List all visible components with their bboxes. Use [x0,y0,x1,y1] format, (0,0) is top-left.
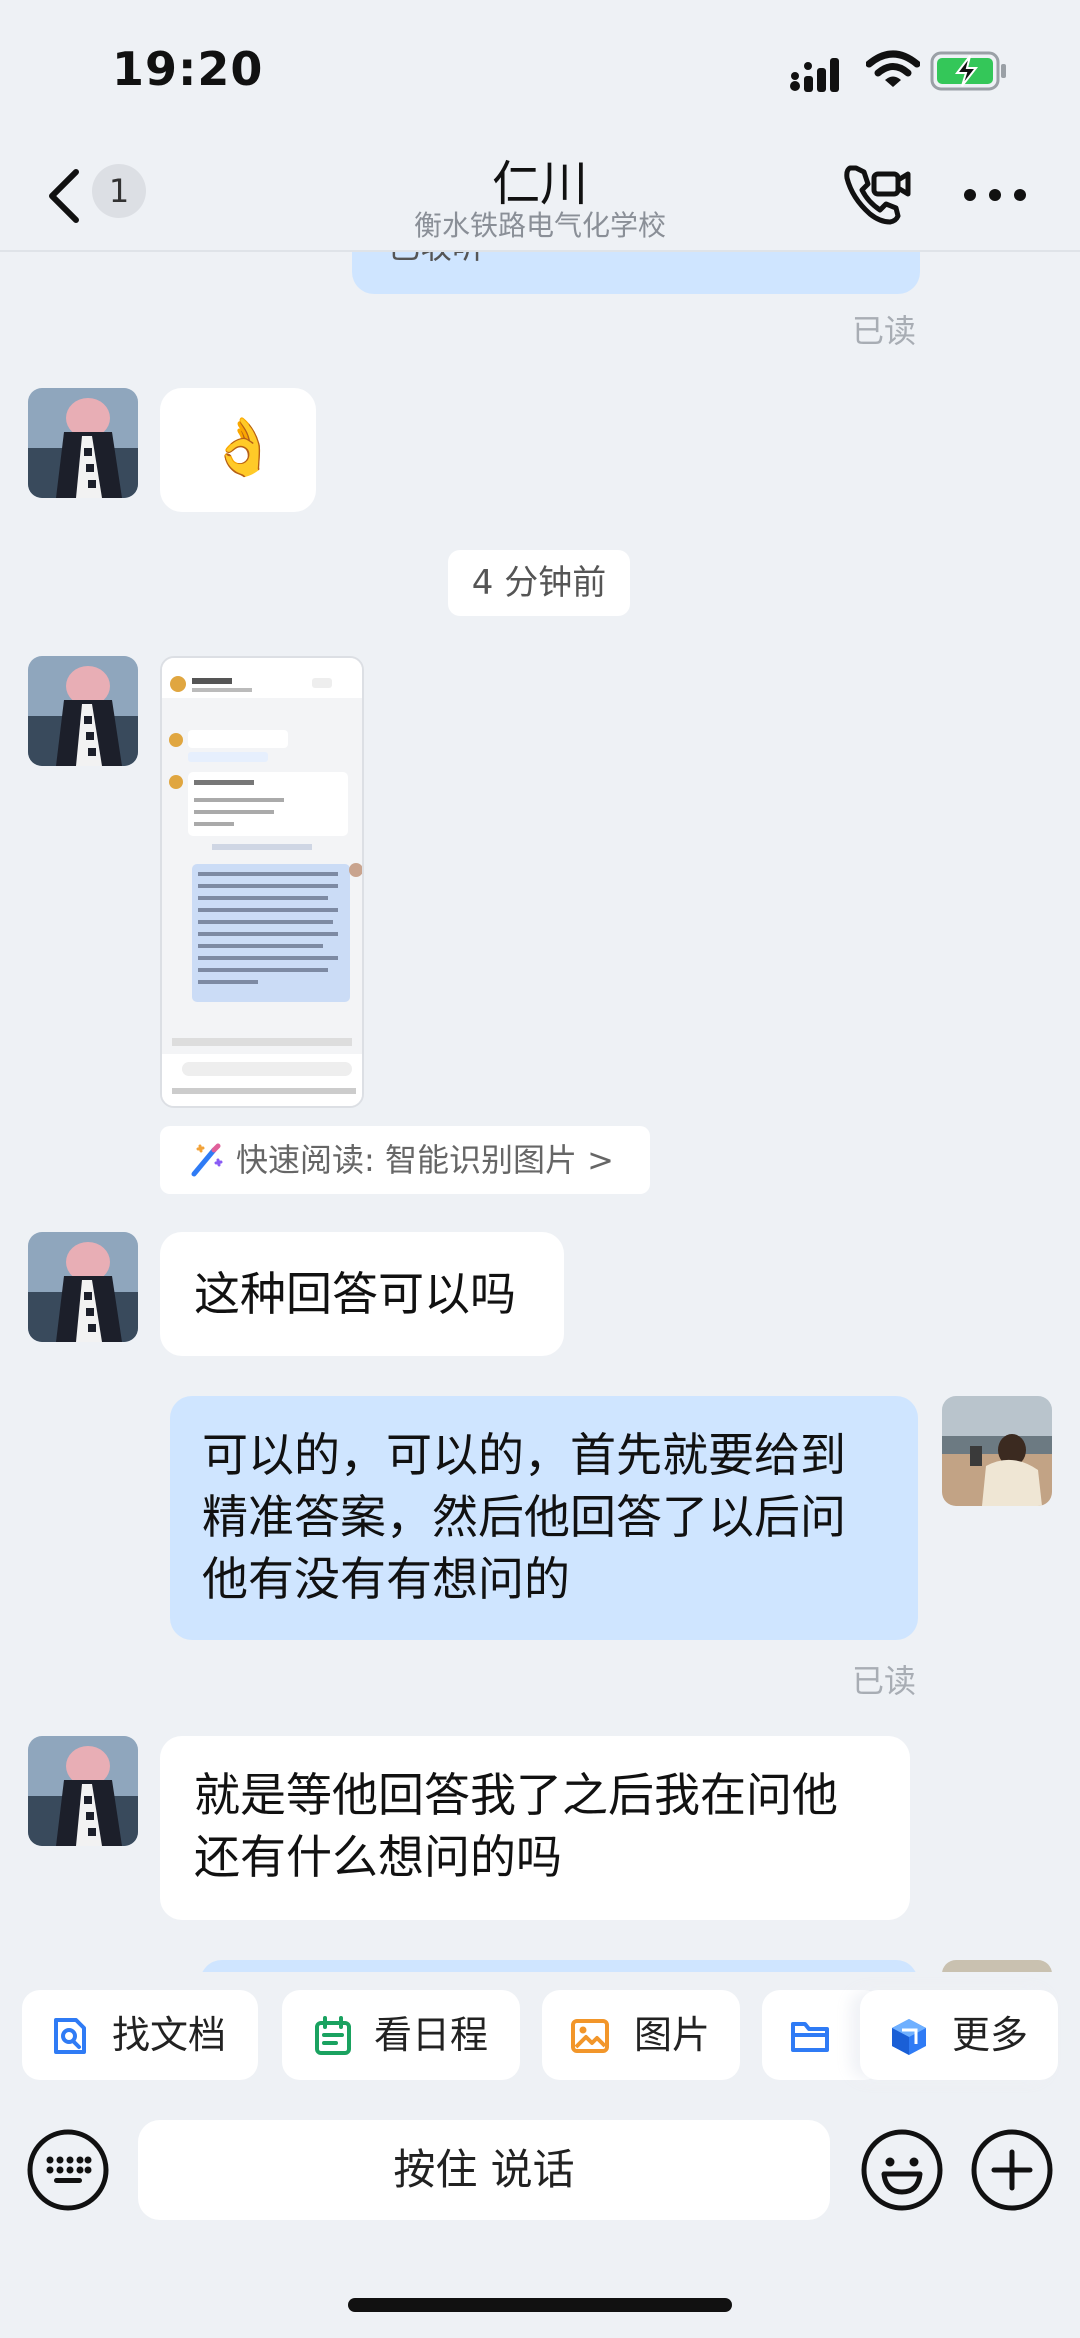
ok-hand-emoji: 👌 [208,415,278,480]
quick-read-label: 快速阅读: 智能识别图片 > [236,1141,614,1179]
text-message-bubble[interactable]: 就是等他回答我了之后我在问他 还有什么想问的吗 [160,1736,910,1920]
self-avatar[interactable] [942,1960,1052,1972]
cube-icon [892,2019,926,2055]
read-receipt: 已读 [852,1662,917,1700]
magic-wand-icon [191,1143,223,1177]
images-chip[interactable]: 图片 [542,1990,740,2080]
message-text-line: 精准答案，然后他回答了以后问 [202,1490,846,1544]
message-text-line: 就是等他回答我了之后我在问他 [194,1768,838,1822]
home-indicator [348,2298,732,2312]
more-chip[interactable]: 更多 [860,1990,1058,2080]
document-search-icon [54,2018,86,2054]
keyboard-icon[interactable] [26,2128,110,2212]
calendar-icon [315,2016,351,2055]
wifi-icon [866,50,920,87]
unread-count-badge[interactable]: 1 [92,164,146,218]
read-receipt: 已读 [852,312,917,350]
chat-header: 1 仁川 衡水铁路电气化学校 [0,140,1080,252]
cellular-signal-icon [790,58,839,92]
images-label: 图片 [634,2013,711,2057]
hold-to-talk-button[interactable]: 按住 说话 [138,2120,830,2220]
image-icon [571,2019,609,2053]
message-text: 这种回答可以吗 [194,1267,516,1321]
message-text-line: 可以的，可以的，首先就要给到 [202,1428,846,1482]
video-call-icon[interactable] [840,158,912,230]
avatar[interactable] [28,1232,138,1342]
shortcut-bar[interactable]: 找文档 看日程 图片 更多 [0,1990,1080,2086]
text-message-bubble-self[interactable] [200,1960,918,1972]
voice-message-bubble[interactable]: 已收听 [352,252,920,294]
message-text-line: 他有没有有想问的 [202,1552,570,1606]
plus-icon[interactable] [970,2128,1054,2212]
text-message-bubble-self[interactable]: 可以的，可以的，首先就要给到 精准答案，然后他回答了以后问 他有没有有想问的 [170,1396,918,1640]
status-time: 19:20 [112,42,264,96]
schedule-label: 看日程 [374,2013,489,2057]
voice-message-label: 已收听 [388,252,484,268]
more-icon[interactable] [962,180,1028,210]
find-docs-chip[interactable]: 找文档 [22,1990,258,2080]
battery-charging-icon [930,51,1006,91]
time-divider: 4 分钟前 [448,550,630,616]
more-label: 更多 [952,2013,1029,2057]
input-bar: 按住 说话 [0,2110,1080,2230]
emoji-icon[interactable] [860,2128,944,2212]
schedule-chip[interactable]: 看日程 [282,1990,520,2080]
image-message-thumbnail[interactable] [160,656,364,1108]
emoji-message-bubble[interactable]: 👌 [160,388,316,512]
message-list[interactable]: 已收听 已读 👌 4 分钟前 [0,252,1080,1972]
avatar[interactable] [28,656,138,766]
avatar[interactable] [28,1736,138,1846]
status-bar: 19:20 [0,0,1080,140]
back-icon[interactable] [36,164,96,228]
avatar[interactable] [28,388,138,498]
folder-icon [791,2022,829,2052]
chat-subtitle: 衡水铁路电气化学校 [413,209,666,242]
quick-read-button[interactable]: 快速阅读: 智能识别图片 > [160,1126,650,1194]
text-message-bubble[interactable]: 这种回答可以吗 [160,1232,564,1356]
message-text-line: 还有什么想问的吗 [194,1830,562,1884]
find-docs-label: 找文档 [112,2013,227,2057]
self-avatar[interactable] [942,1396,1052,1506]
